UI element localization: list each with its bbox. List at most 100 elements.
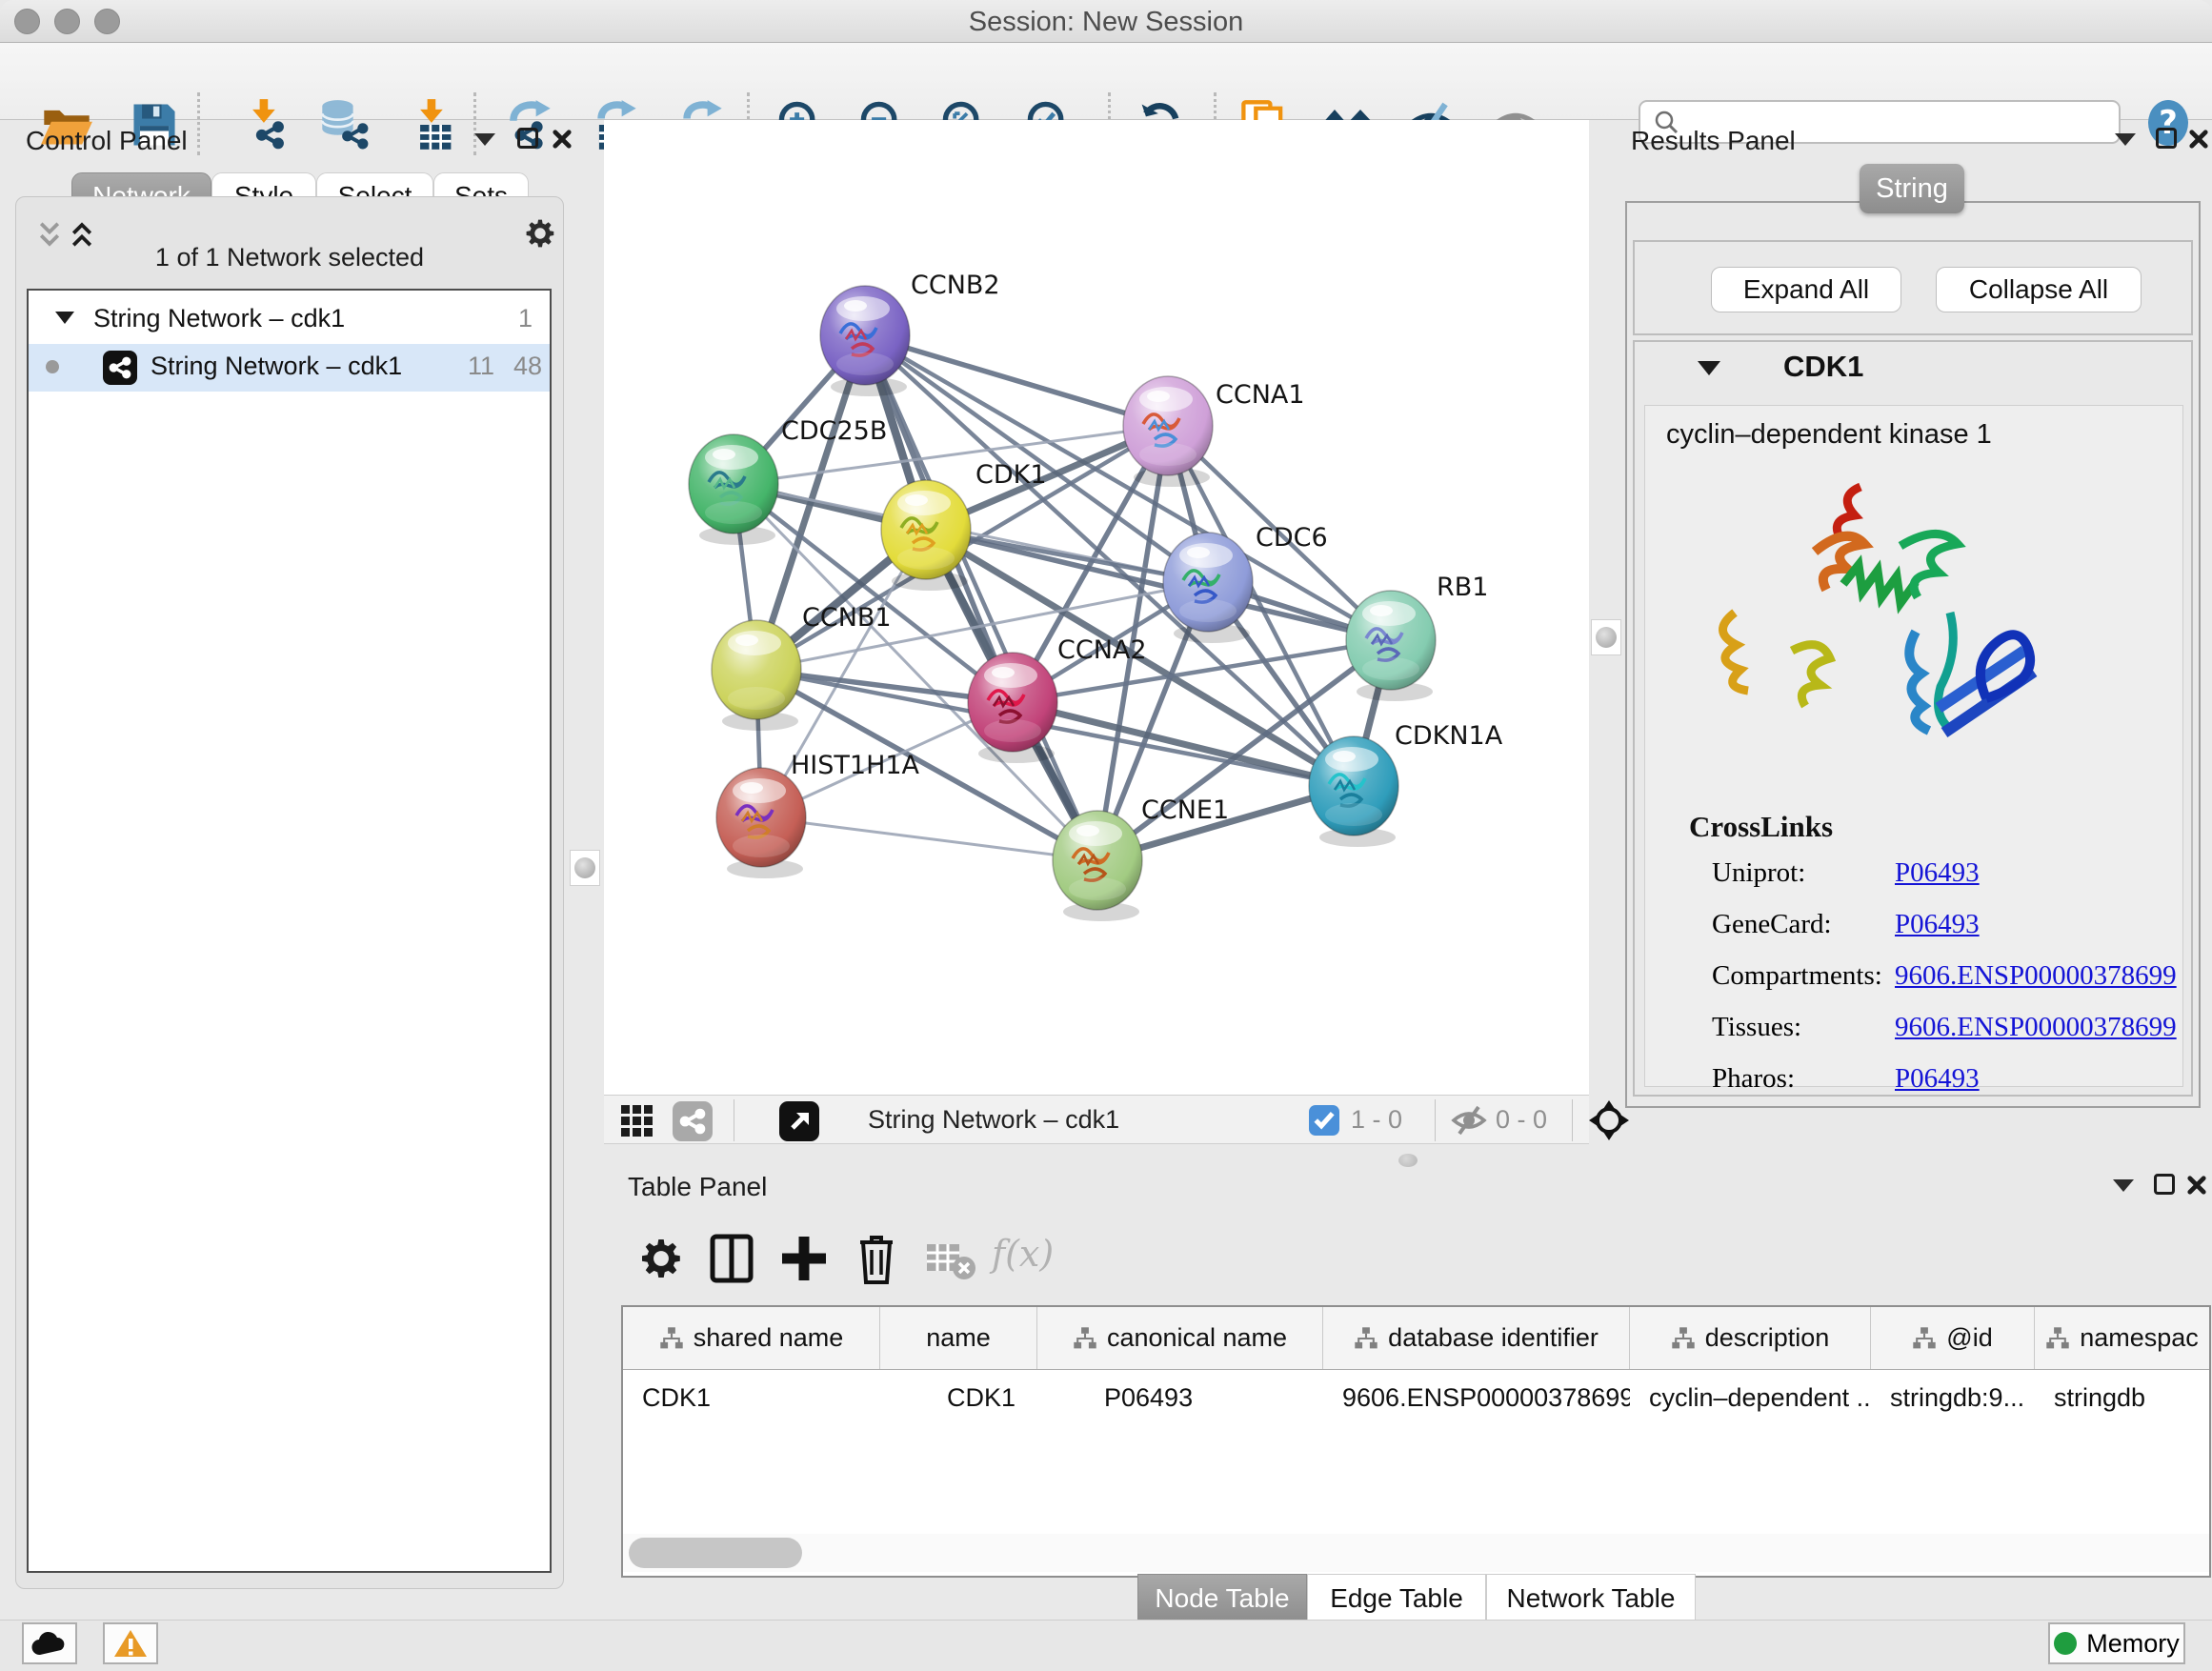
collapse-all-button[interactable]: Collapse All (1936, 267, 2142, 312)
delete-column-icon[interactable] (853, 1229, 900, 1288)
memory-button[interactable]: Memory (2048, 1622, 2185, 1664)
clear-table-icon[interactable] (923, 1229, 976, 1288)
svg-text:HIST1H1A: HIST1H1A (791, 751, 920, 780)
table-options-gear-icon[interactable] (637, 1229, 685, 1288)
column-header[interactable]: namespac (2035, 1307, 2209, 1369)
warning-icon (113, 1628, 148, 1659)
close-panel-icon[interactable] (2185, 1174, 2208, 1197)
show-columns-icon[interactable] (708, 1229, 755, 1288)
network-row[interactable]: String Network – cdk1 11 48 (29, 344, 550, 392)
network-node-ccna1 (1123, 376, 1213, 475)
shared-column-icon (1671, 1326, 1696, 1351)
collection-count: 1 (518, 304, 533, 333)
svg-text:CCNA2: CCNA2 (1057, 635, 1147, 665)
close-panel-icon[interactable] (551, 128, 573, 151)
footer-separator (1435, 1099, 1436, 1141)
table-row[interactable]: CDK1 CDK1 P06493 9606.ENSP00000378699 cy… (623, 1370, 2209, 1425)
crosslink-tissues-link[interactable]: 9606.ENSP00000378699 (1895, 1012, 2177, 1043)
footer-separator (1572, 1099, 1573, 1141)
svg-text:CCNB1: CCNB1 (802, 603, 892, 633)
horizontal-scrollbar[interactable] (623, 1534, 2209, 1572)
gene-collapse-icon[interactable] (1698, 361, 1720, 375)
results-buttons-box: Expand All Collapse All (1633, 240, 2193, 335)
crosslink-label: Uniprot: (1712, 857, 1805, 889)
warnings-button[interactable] (103, 1622, 158, 1664)
crosslink-label: GeneCard: (1712, 909, 1832, 940)
network-node-cdk1 (881, 480, 971, 579)
crosslinks-title: CrossLinks (1689, 810, 1833, 844)
shared-column-icon (1354, 1326, 1378, 1351)
network-view-title: String Network – cdk1 (868, 1105, 1119, 1135)
tab-node-table[interactable]: Node Table (1137, 1574, 1307, 1623)
network-status-dot (46, 360, 59, 373)
float-panel-icon[interactable] (2156, 128, 2177, 149)
crosslink-genecard-link[interactable]: P06493 (1895, 909, 1980, 940)
column-header[interactable]: @id (1871, 1307, 2035, 1369)
tab-network-table[interactable]: Network Table (1486, 1574, 1696, 1623)
svg-text:CDKN1A: CDKN1A (1395, 721, 1503, 751)
float-panel-icon[interactable] (517, 128, 538, 149)
gene-description: cyclin–dependent kinase 1 (1666, 419, 1992, 451)
network-view-toolbar: String Network – cdk1 1 - 0 0 - 0 (604, 1095, 1589, 1144)
selected-checkbox-icon[interactable] (1309, 1105, 1339, 1136)
tab-edge-table[interactable]: Edge Table (1307, 1574, 1486, 1623)
network-node-count: 11 (468, 352, 494, 381)
hidden-count: 0 - 0 (1496, 1105, 1547, 1135)
float-panel-icon[interactable] (2154, 1174, 2175, 1195)
control-panel: Control Panel Network Style Select Sets … (11, 120, 569, 1593)
crosslink-label: Pharos: (1712, 1063, 1795, 1095)
tab-string[interactable]: String (1860, 164, 1964, 213)
expand-all-button[interactable]: Expand All (1711, 267, 1901, 312)
app-window: Session: New Session (0, 0, 2212, 1671)
selected-count: 1 - 0 (1351, 1105, 1402, 1135)
node-table: shared name name canonical name database… (621, 1305, 2211, 1578)
network-collection-row[interactable]: String Network – cdk1 1 (29, 296, 550, 344)
shared-column-icon (659, 1326, 684, 1351)
table-panel-title: Table Panel (628, 1172, 767, 1201)
scrollbar-thumb[interactable] (629, 1538, 802, 1568)
crosslink-uniprot-link[interactable]: P06493 (1895, 857, 1980, 889)
column-header[interactable]: database identifier (1323, 1307, 1630, 1369)
network-canvas[interactable]: CCNB2CCNA1CDC25BCDK1CDC6RB1CCNB1CCNA2CDK… (604, 120, 1589, 1095)
hidden-eye-slash-icon[interactable] (1450, 1105, 1488, 1136)
function-builder-icon[interactable]: f(x) (992, 1233, 1054, 1275)
results-panel-title: Results Panel (1631, 126, 1796, 155)
svg-text:CCNA1: CCNA1 (1216, 380, 1305, 410)
shared-column-icon (1073, 1326, 1097, 1351)
panel-menu-icon[interactable] (2115, 133, 2136, 151)
network-tree: String Network – cdk1 1 String Network –… (27, 289, 552, 1573)
svg-text:CCNE1: CCNE1 (1141, 795, 1229, 825)
crosslink-label: Tissues: (1712, 1012, 1801, 1043)
crosslink-pharos-link[interactable]: P06493 (1895, 1063, 1980, 1095)
column-header[interactable]: description (1630, 1307, 1871, 1369)
table-header-row: shared name name canonical name database… (623, 1307, 2209, 1370)
column-header[interactable]: canonical name (1037, 1307, 1323, 1369)
gene-symbol: CDK1 (1783, 350, 1863, 384)
shared-column-icon (2045, 1326, 2070, 1351)
network-node-cdkn1a (1309, 736, 1398, 836)
column-header[interactable]: name (880, 1307, 1037, 1369)
gene-details: cyclin–dependent kinase 1 (1644, 405, 2183, 1087)
close-panel-icon[interactable] (2187, 128, 2210, 151)
network-node-ccnb1 (712, 620, 801, 719)
network-tab-body: 1 of 1 Network selected String Network –… (15, 196, 564, 1589)
collection-expand-icon[interactable] (55, 312, 74, 324)
panel-menu-icon[interactable] (474, 133, 495, 151)
table-panel: Table Panel f(x) shared name name canoni… (616, 1157, 2212, 1620)
cloud-status-button[interactable] (22, 1622, 77, 1664)
network-type-icon (103, 351, 137, 385)
left-splitter-handle[interactable] (570, 850, 600, 886)
network-node-rb1 (1346, 591, 1436, 690)
memory-status-icon (2054, 1632, 2077, 1655)
network-share-view-icon[interactable] (673, 1101, 713, 1141)
add-column-icon[interactable] (780, 1229, 828, 1288)
network-options-gear-icon[interactable] (523, 216, 557, 251)
detach-view-icon[interactable] (779, 1101, 819, 1141)
panel-menu-icon[interactable] (2113, 1179, 2134, 1197)
crosslink-compartments-link[interactable]: 9606.ENSP00000378699 (1895, 960, 2177, 992)
column-header[interactable]: shared name (623, 1307, 880, 1369)
protein-structure-image (1700, 465, 2062, 779)
control-panel-title: Control Panel (26, 126, 188, 155)
grid-view-icon[interactable] (619, 1103, 655, 1139)
status-bar: Memory (0, 1620, 2212, 1671)
